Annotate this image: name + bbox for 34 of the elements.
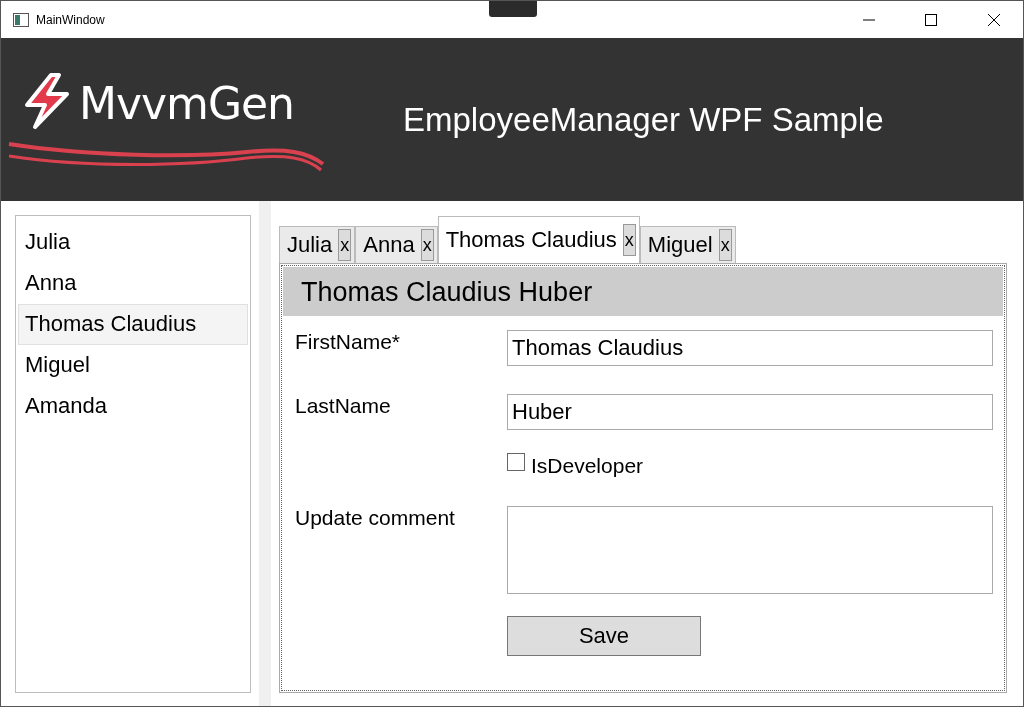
list-item[interactable]: Miguel — [18, 345, 248, 386]
tab-close-button[interactable]: x — [420, 229, 434, 261]
logo-text: MvvmGen — [79, 77, 294, 129]
tab-close-button[interactable]: x — [338, 229, 352, 261]
tab-close-button[interactable]: x — [622, 224, 636, 256]
tab-label[interactable]: Miguel — [647, 232, 713, 258]
list-item[interactable]: Julia — [18, 222, 248, 263]
comment-field[interactable] — [507, 506, 993, 594]
field-label: FirstName* — [295, 330, 401, 354]
close-icon[interactable] — [987, 12, 1001, 27]
list-item[interactable]: Anna — [18, 263, 248, 304]
tab[interactable]: Anna x — [355, 226, 438, 263]
last-name-field[interactable]: Huber — [507, 394, 993, 430]
tab-label[interactable]: Thomas Claudius — [445, 227, 617, 253]
app-icon — [13, 12, 29, 27]
first-name-field[interactable]: Thomas Claudius — [507, 330, 993, 366]
app-title: EmployeeManager WPF Sample — [403, 100, 884, 139]
window-title: MainWindow — [36, 12, 105, 27]
tab-label[interactable]: Anna — [363, 232, 415, 258]
list-item[interactable]: Thomas Claudius — [18, 304, 248, 345]
tab[interactable]: Thomas Claudius x — [437, 216, 640, 263]
field-label: LastName — [295, 394, 392, 418]
save-button[interactable]: Save — [507, 616, 701, 656]
tab[interactable]: Julia x — [279, 226, 356, 263]
checkbox[interactable] — [507, 453, 525, 471]
checkbox-label[interactable]: IsDeveloper — [531, 454, 644, 478]
tab-label[interactable]: Julia — [287, 232, 333, 258]
tab-close-button[interactable]: x — [718, 229, 732, 261]
detail-heading: Thomas Claudius Huber — [283, 267, 1003, 316]
maximize-icon[interactable] — [925, 13, 937, 26]
list-item[interactable]: Amanda — [18, 386, 248, 427]
drag-handle[interactable] — [489, 1, 537, 17]
tab[interactable]: Miguel x — [639, 226, 736, 263]
field-label: Update comment — [295, 506, 456, 530]
